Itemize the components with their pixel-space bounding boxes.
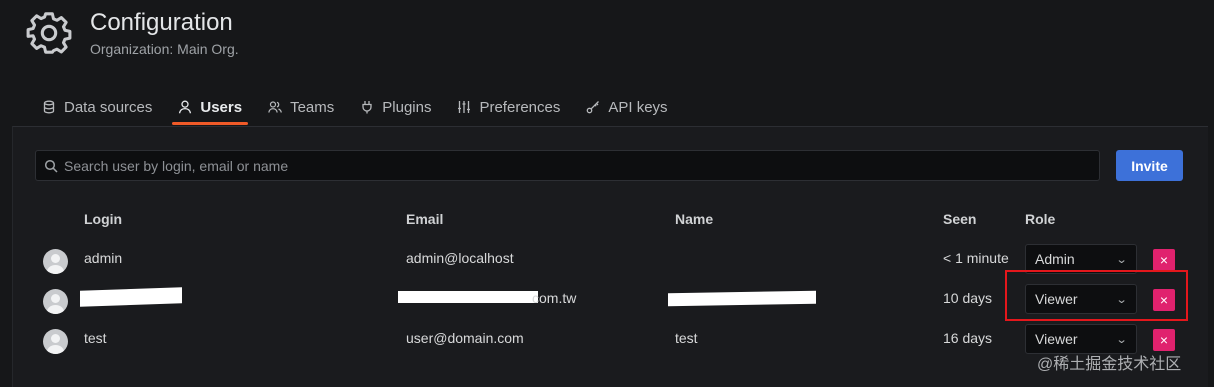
tab-users[interactable]: Users (166, 92, 254, 125)
search-input[interactable] (64, 157, 1099, 174)
column-header-name: Name (675, 211, 714, 227)
column-header-seen: Seen (943, 211, 977, 227)
user-last-seen: 16 days (943, 330, 993, 346)
tab-label: API keys (608, 98, 668, 116)
page-subtitle: Organization: Main Org. (90, 41, 239, 57)
avatar (43, 329, 68, 354)
role-value: Viewer (1035, 331, 1078, 347)
tab-plugins[interactable]: Plugins (348, 92, 443, 122)
search-box[interactable] (35, 150, 1100, 181)
plug-icon (362, 101, 372, 114)
avatar (43, 249, 68, 274)
chevron-down-icon: ⌄ (1115, 293, 1128, 306)
role-value: Admin (1035, 251, 1075, 267)
user-email: admin@localhost (406, 250, 514, 266)
search-icon (44, 159, 58, 173)
tab-label: Preferences (479, 98, 561, 116)
key-icon (586, 101, 600, 114)
table-row: admin admin@localhost < 1 minute Admin ⌄… (0, 241, 1214, 281)
avatar (43, 289, 68, 314)
tab-api-keys[interactable]: API keys (574, 92, 679, 122)
tab-bar: Data sources Users Teams Plugins Prefere… (30, 92, 682, 126)
user-email: com.tw (532, 290, 577, 306)
user-email: user@domain.com (406, 330, 524, 346)
redaction-mark (398, 291, 538, 303)
role-value: Viewer (1035, 291, 1078, 307)
user-name: test (675, 330, 698, 346)
tab-data-sources[interactable]: Data sources (30, 92, 164, 122)
redaction-mark (80, 287, 182, 307)
tab-preferences[interactable]: Preferences (445, 92, 572, 122)
chevron-down-icon: ⌄ (1115, 333, 1128, 346)
tab-label: Data sources (64, 98, 153, 116)
remove-user-button[interactable]: × (1153, 289, 1175, 311)
user-last-seen: < 1 minute (943, 250, 1009, 266)
table-row: com.tw 10 days Viewer ⌄ × (0, 281, 1214, 321)
role-select[interactable]: Viewer ⌄ (1025, 284, 1137, 314)
gear-icon (26, 12, 72, 54)
tab-label: Plugins (382, 98, 432, 116)
column-header-role: Role (1025, 211, 1056, 227)
page-title: Configuration (90, 9, 233, 36)
configuration-page: Configuration Organization: Main Org. Da… (0, 0, 1214, 387)
redaction-mark (668, 290, 816, 307)
column-header-login: Login (84, 211, 123, 227)
user-login: admin (84, 250, 123, 266)
invite-button[interactable]: Invite (1116, 150, 1183, 181)
tab-label: Teams (290, 98, 335, 116)
remove-user-button[interactable]: × (1153, 329, 1175, 351)
users-icon (268, 101, 282, 113)
remove-user-button[interactable]: × (1153, 249, 1175, 271)
tab-label: Users (200, 98, 243, 116)
chevron-down-icon: ⌄ (1115, 253, 1128, 266)
role-select[interactable]: Admin ⌄ (1025, 244, 1137, 274)
table-row: test user@domain.com test 16 days Viewer… (0, 321, 1214, 361)
sliders-icon (458, 101, 471, 113)
user-login: test (84, 330, 107, 346)
database-icon (43, 100, 55, 114)
user-last-seen: 10 days (943, 290, 993, 306)
tab-teams[interactable]: Teams (256, 92, 346, 122)
column-header-email: Email (406, 211, 444, 227)
user-icon (179, 100, 192, 114)
watermark: @稀土掘金技术社区 (1037, 356, 1182, 373)
